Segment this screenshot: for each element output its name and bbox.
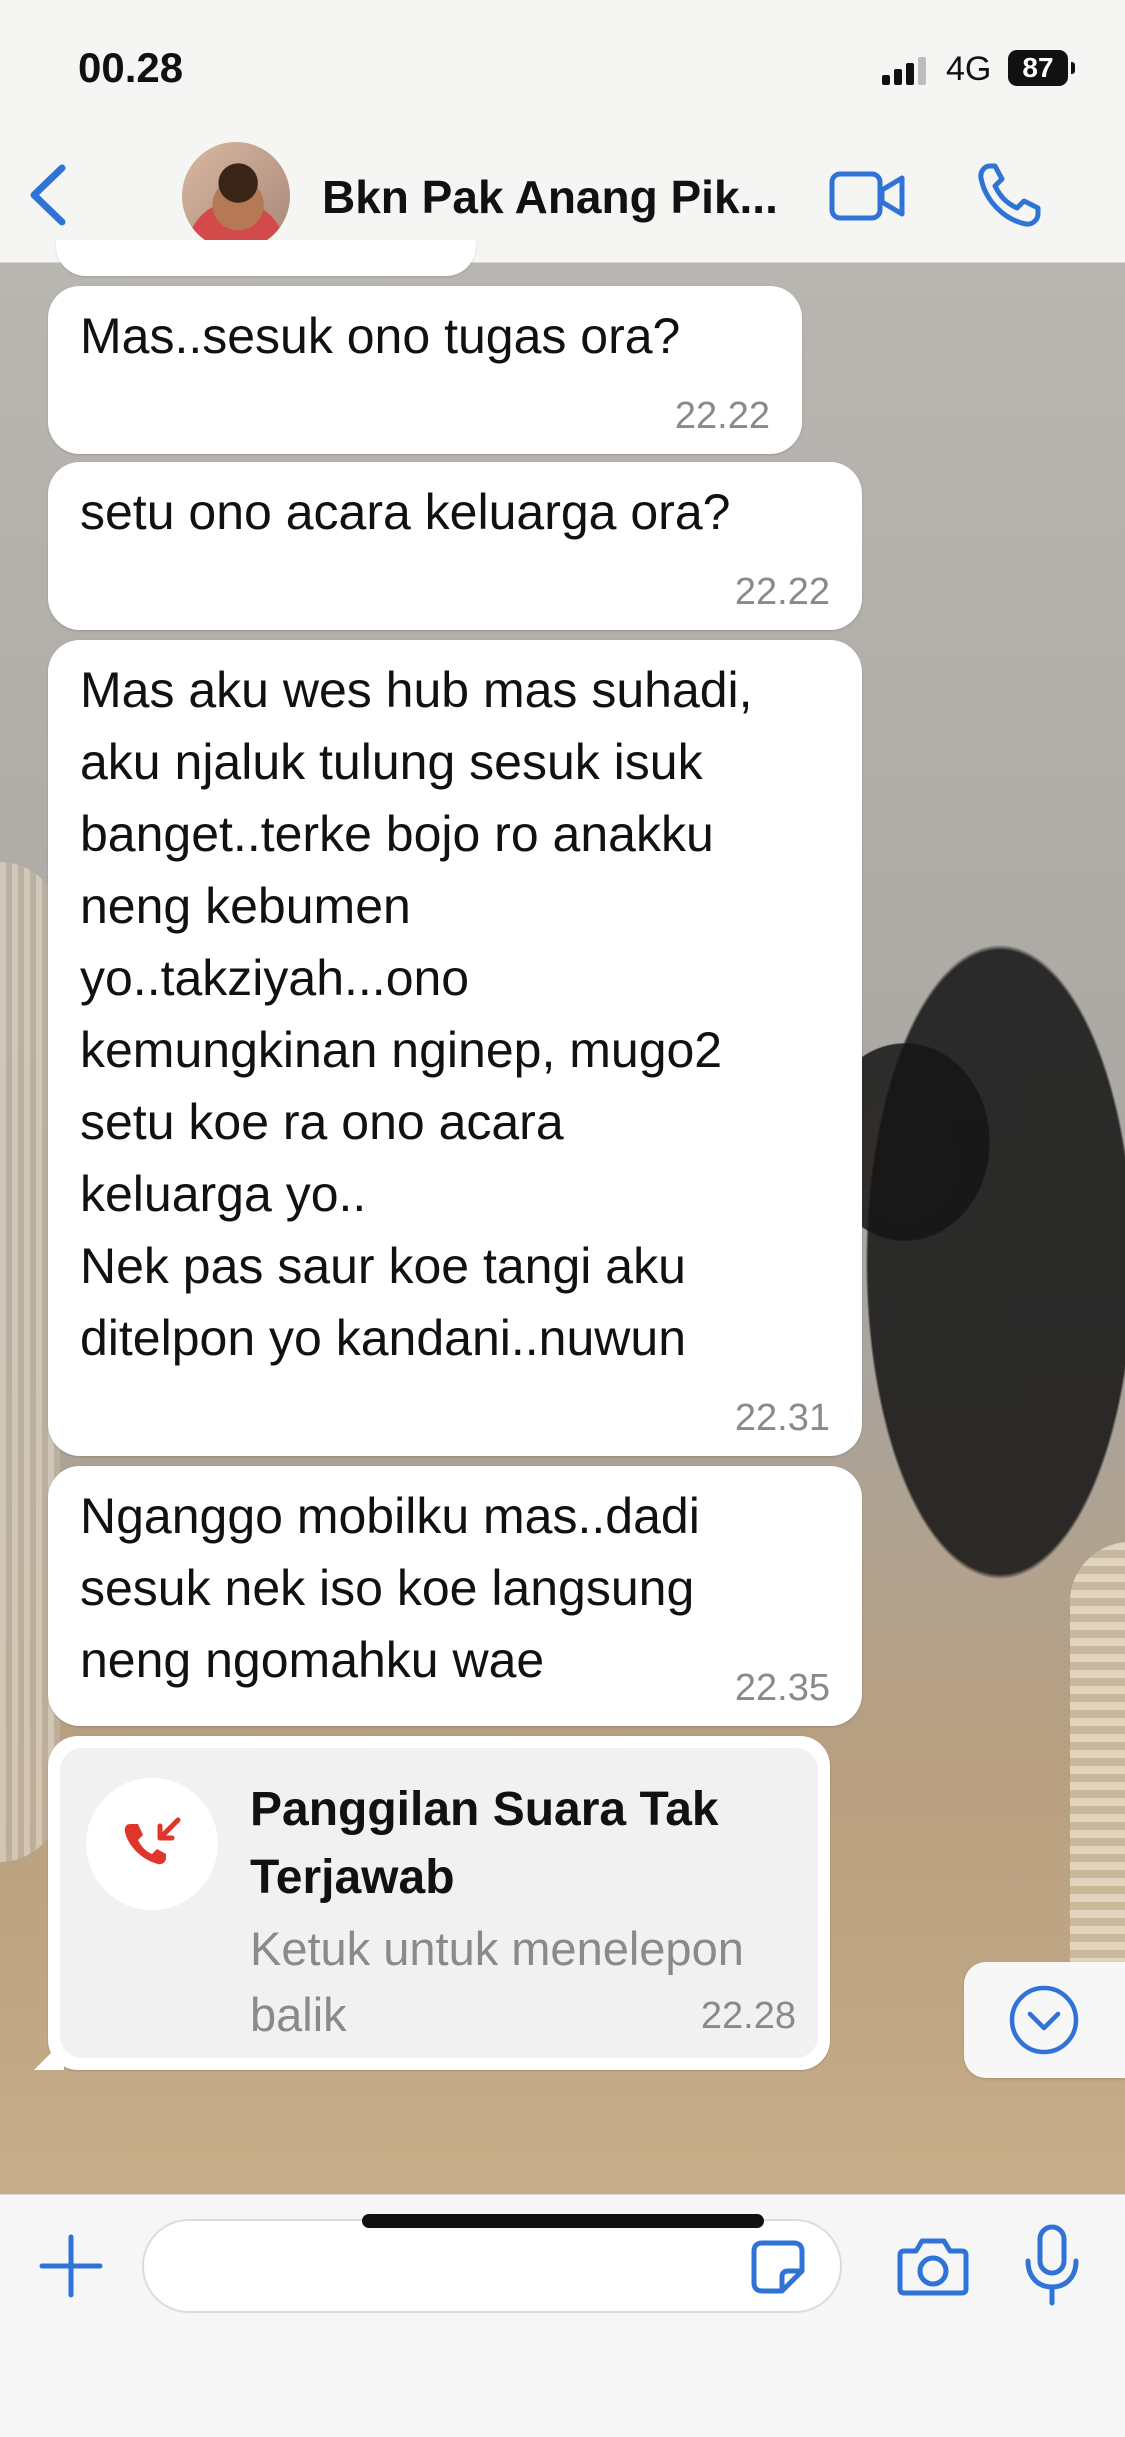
missed-call-card[interactable]: Panggilan Suara Tak Terjawab Ketuk untuk… <box>48 1736 830 2070</box>
message-text: Mas..sesuk ono tugas ora? <box>80 308 681 364</box>
header-bar: 00.28 4G 87 Bkn Pak Anang Pik... <box>0 0 1125 263</box>
voice-call-button[interactable] <box>976 160 1044 230</box>
microphone-button[interactable] <box>1022 2223 1082 2309</box>
home-indicator <box>362 2214 764 2228</box>
battery-icon: 87 <box>1008 50 1075 86</box>
chevron-down-circle-icon <box>1009 1985 1079 2055</box>
chevron-left-icon <box>30 164 66 226</box>
contact-name[interactable]: Bkn Pak Anang Pik... <box>322 170 792 224</box>
message-bubble[interactable]: Nganggo mobilku mas..dadi sesuk nek iso … <box>48 1466 862 1726</box>
sticker-button[interactable] <box>748 2237 808 2297</box>
message-time: 22.31 <box>734 1397 830 1439</box>
video-camera-icon <box>829 171 905 221</box>
message-time: 22.22 <box>734 571 830 613</box>
message-bubble[interactable]: Mas aku wes hub mas suhadi, aku njaluk t… <box>48 640 862 1456</box>
signal-icon <box>882 55 928 85</box>
camera-button[interactable] <box>896 2231 970 2301</box>
message-time: 22.22 <box>674 395 770 437</box>
message-bubble[interactable]: setu ono acara keluarga ora? 22.22 <box>48 462 862 630</box>
message-text: Nganggo mobilku mas..dadi sesuk nek iso … <box>80 1488 700 1688</box>
composer-bar <box>0 2194 1125 2437</box>
message-time: 22.35 <box>734 1667 830 1709</box>
status-time: 00.28 <box>78 44 184 91</box>
missed-call-time: 22.28 <box>700 1995 796 2037</box>
missed-call-phone-icon <box>124 1817 181 1865</box>
message-input[interactable] <box>142 2219 842 2313</box>
plus-icon <box>39 2234 103 2298</box>
attach-button[interactable] <box>36 2231 106 2301</box>
message-text: setu ono acara keluarga ora? <box>80 484 731 540</box>
message-bubble[interactable]: Mas..sesuk ono tugas ora? 22.22 <box>48 286 802 454</box>
phone-icon <box>978 163 1041 227</box>
battery-level: 87 <box>1022 52 1054 83</box>
message-text: Mas aku wes hub mas suhadi, aku njaluk t… <box>80 662 753 1366</box>
scroll-to-bottom-button[interactable] <box>964 1962 1125 2078</box>
missed-call-title: Panggilan Suara Tak Terjawab <box>250 1783 719 1904</box>
back-button[interactable] <box>20 160 80 230</box>
avatar[interactable] <box>182 142 290 250</box>
camera-icon <box>897 2238 969 2296</box>
network-type: 4G <box>946 50 992 88</box>
previous-message-stub <box>56 240 476 276</box>
missed-call-content: Panggilan Suara Tak Terjawab Ketuk untuk… <box>60 1748 818 2058</box>
video-call-button[interactable] <box>828 164 906 228</box>
missed-call-icon <box>86 1778 218 1910</box>
sticker-icon <box>751 2240 805 2294</box>
microphone-icon <box>1025 2224 1079 2306</box>
